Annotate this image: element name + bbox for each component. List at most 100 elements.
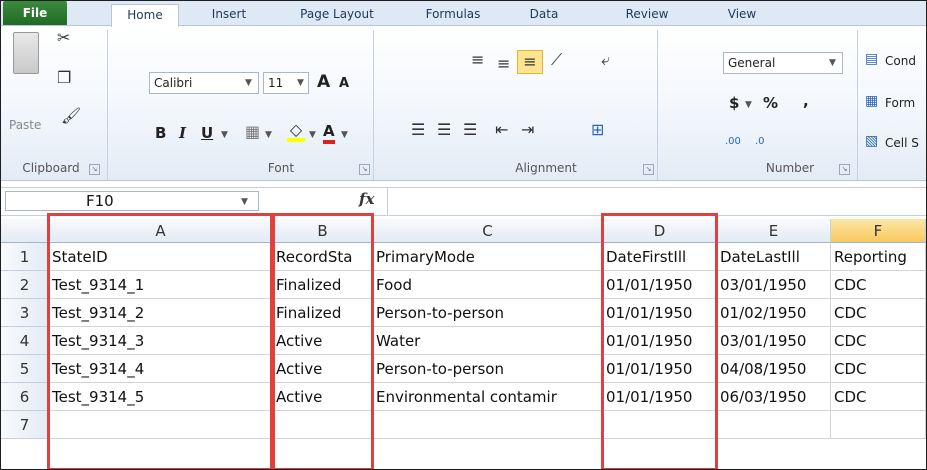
cell-b4[interactable]: Active bbox=[273, 327, 373, 355]
conditional-formatting-icon[interactable]: ▤ bbox=[865, 52, 878, 66]
cell-a1[interactable]: StateID bbox=[49, 243, 273, 271]
cell-f6[interactable]: CDC bbox=[831, 383, 926, 411]
row-header-5[interactable]: 5 bbox=[1, 355, 49, 383]
align-middle-icon[interactable]: ≡ bbox=[497, 56, 510, 72]
row-header-3[interactable]: 3 bbox=[1, 299, 49, 327]
cell-d3[interactable]: 01/01/1950 bbox=[603, 299, 717, 327]
align-left-icon[interactable]: ☰ bbox=[411, 122, 425, 138]
cell-c3[interactable]: Person-to-person bbox=[373, 299, 603, 327]
decrease-decimal-button[interactable]: .0 bbox=[755, 136, 765, 147]
cell-styles-icon[interactable]: ▧ bbox=[865, 134, 878, 148]
column-header-a[interactable]: A bbox=[49, 219, 273, 243]
currency-button[interactable]: $ bbox=[729, 94, 739, 112]
cell-b5[interactable]: Active bbox=[273, 355, 373, 383]
cell-a4[interactable]: Test_9314_3 bbox=[49, 327, 273, 355]
column-header-c[interactable]: C bbox=[373, 219, 603, 243]
align-bottom-icon[interactable]: ≡ bbox=[517, 50, 543, 74]
name-box[interactable]: F10 bbox=[5, 191, 259, 211]
orientation-icon[interactable]: ⟋ bbox=[551, 52, 562, 68]
cell-e1[interactable]: DateLastIll bbox=[717, 243, 831, 271]
chevron-down-icon[interactable]: ▼ bbox=[341, 130, 348, 140]
column-header-d[interactable]: D bbox=[603, 219, 717, 243]
decrease-indent-icon[interactable]: ⇤ bbox=[495, 122, 508, 138]
number-launcher-icon[interactable]: ↘ bbox=[839, 164, 850, 175]
cell-d6[interactable]: 01/01/1950 bbox=[603, 383, 717, 411]
chevron-down-icon[interactable]: ▼ bbox=[245, 78, 252, 88]
column-header-b[interactable]: B bbox=[273, 219, 373, 243]
cell-d2[interactable]: 01/01/1950 bbox=[603, 271, 717, 299]
cell-c5[interactable]: Person-to-person bbox=[373, 355, 603, 383]
cell-e4[interactable]: 03/01/1950 bbox=[717, 327, 831, 355]
cell-d1[interactable]: DateFirstIll bbox=[603, 243, 717, 271]
chevron-down-icon[interactable]: ▼ bbox=[241, 197, 248, 207]
cell-e5[interactable]: 04/08/1950 bbox=[717, 355, 831, 383]
merge-center-icon[interactable]: ⊞ bbox=[591, 122, 604, 138]
row-header-7[interactable]: 7 bbox=[1, 411, 49, 439]
chevron-down-icon[interactable]: ▼ bbox=[309, 130, 316, 140]
cell-b3[interactable]: Finalized bbox=[273, 299, 373, 327]
cell-f1[interactable]: Reporting bbox=[831, 243, 926, 271]
increase-indent-icon[interactable]: ⇥ bbox=[521, 122, 534, 138]
grow-font-button[interactable]: A bbox=[317, 72, 330, 92]
copy-icon[interactable]: ❐ bbox=[57, 70, 71, 86]
row-header-6[interactable]: 6 bbox=[1, 383, 49, 411]
cell-a3[interactable]: Test_9314_2 bbox=[49, 299, 273, 327]
cell-c2[interactable]: Food bbox=[373, 271, 603, 299]
cell-e2[interactable]: 03/01/1950 bbox=[717, 271, 831, 299]
chevron-down-icon[interactable]: ▼ bbox=[829, 58, 836, 68]
wrap-text-icon[interactable]: ⤶ bbox=[601, 52, 610, 68]
cell-f3[interactable]: CDC bbox=[831, 299, 926, 327]
borders-icon[interactable]: ▦ bbox=[245, 124, 260, 140]
cut-icon[interactable]: ✂ bbox=[57, 30, 70, 46]
shrink-font-button[interactable]: A bbox=[339, 76, 349, 91]
cell-e7[interactable] bbox=[717, 411, 831, 439]
cell-b2[interactable]: Finalized bbox=[273, 271, 373, 299]
chevron-down-icon[interactable]: ▼ bbox=[221, 130, 228, 140]
cell-e3[interactable]: 01/02/1950 bbox=[717, 299, 831, 327]
comma-button[interactable]: , bbox=[803, 92, 809, 110]
cell-a2[interactable]: Test_9314_1 bbox=[49, 271, 273, 299]
select-all-corner[interactable] bbox=[1, 219, 49, 243]
tab-insert[interactable]: Insert bbox=[201, 4, 257, 25]
tab-data[interactable]: Data bbox=[516, 4, 572, 25]
font-name-select[interactable]: Calibri bbox=[149, 72, 259, 94]
conditional-formatting-button[interactable]: Cond bbox=[885, 54, 916, 68]
cell-e6[interactable]: 06/03/1950 bbox=[717, 383, 831, 411]
insert-function-button[interactable]: fx bbox=[359, 190, 374, 208]
tab-view[interactable]: View bbox=[713, 4, 771, 25]
chevron-down-icon[interactable]: ▼ bbox=[265, 130, 272, 140]
cell-f7[interactable] bbox=[831, 411, 926, 439]
paste-icon[interactable] bbox=[13, 32, 39, 74]
tab-formulas[interactable]: Formulas bbox=[411, 4, 495, 25]
cell-styles-button[interactable]: Cell S bbox=[885, 136, 919, 150]
cell-a6[interactable]: Test_9314_5 bbox=[49, 383, 273, 411]
cell-c4[interactable]: Water bbox=[373, 327, 603, 355]
bold-button[interactable]: B bbox=[155, 124, 166, 142]
cell-f4[interactable]: CDC bbox=[831, 327, 926, 355]
align-right-icon[interactable]: ☰ bbox=[463, 122, 477, 138]
percent-button[interactable]: % bbox=[763, 94, 778, 112]
tab-file[interactable]: File bbox=[3, 1, 67, 25]
cell-b7[interactable] bbox=[273, 411, 373, 439]
cell-b6[interactable]: Active bbox=[273, 383, 373, 411]
cell-d5[interactable]: 01/01/1950 bbox=[603, 355, 717, 383]
cell-a7[interactable] bbox=[49, 411, 273, 439]
align-center-icon[interactable]: ☰ bbox=[437, 122, 451, 138]
row-header-2[interactable]: 2 bbox=[1, 271, 49, 299]
tab-review[interactable]: Review bbox=[611, 4, 683, 25]
font-color-button[interactable]: A bbox=[323, 122, 335, 144]
paste-button[interactable]: Paste bbox=[9, 118, 41, 132]
row-header-4[interactable]: 4 bbox=[1, 327, 49, 355]
format-as-table-button[interactable]: Form bbox=[885, 96, 915, 110]
format-painter-icon[interactable]: 🖌 bbox=[61, 108, 81, 124]
align-top-icon[interactable]: ≡ bbox=[471, 52, 484, 68]
font-launcher-icon[interactable]: ↘ bbox=[359, 164, 370, 175]
cell-b1[interactable]: RecordSta bbox=[273, 243, 373, 271]
cell-a5[interactable]: Test_9314_4 bbox=[49, 355, 273, 383]
increase-decimal-button[interactable]: .00 bbox=[725, 136, 741, 147]
alignment-launcher-icon[interactable]: ↘ bbox=[643, 164, 654, 175]
cell-c1[interactable]: PrimaryMode bbox=[373, 243, 603, 271]
number-format-select[interactable]: General bbox=[723, 52, 843, 74]
tab-home[interactable]: Home bbox=[111, 4, 179, 27]
column-header-e[interactable]: E bbox=[717, 219, 831, 243]
